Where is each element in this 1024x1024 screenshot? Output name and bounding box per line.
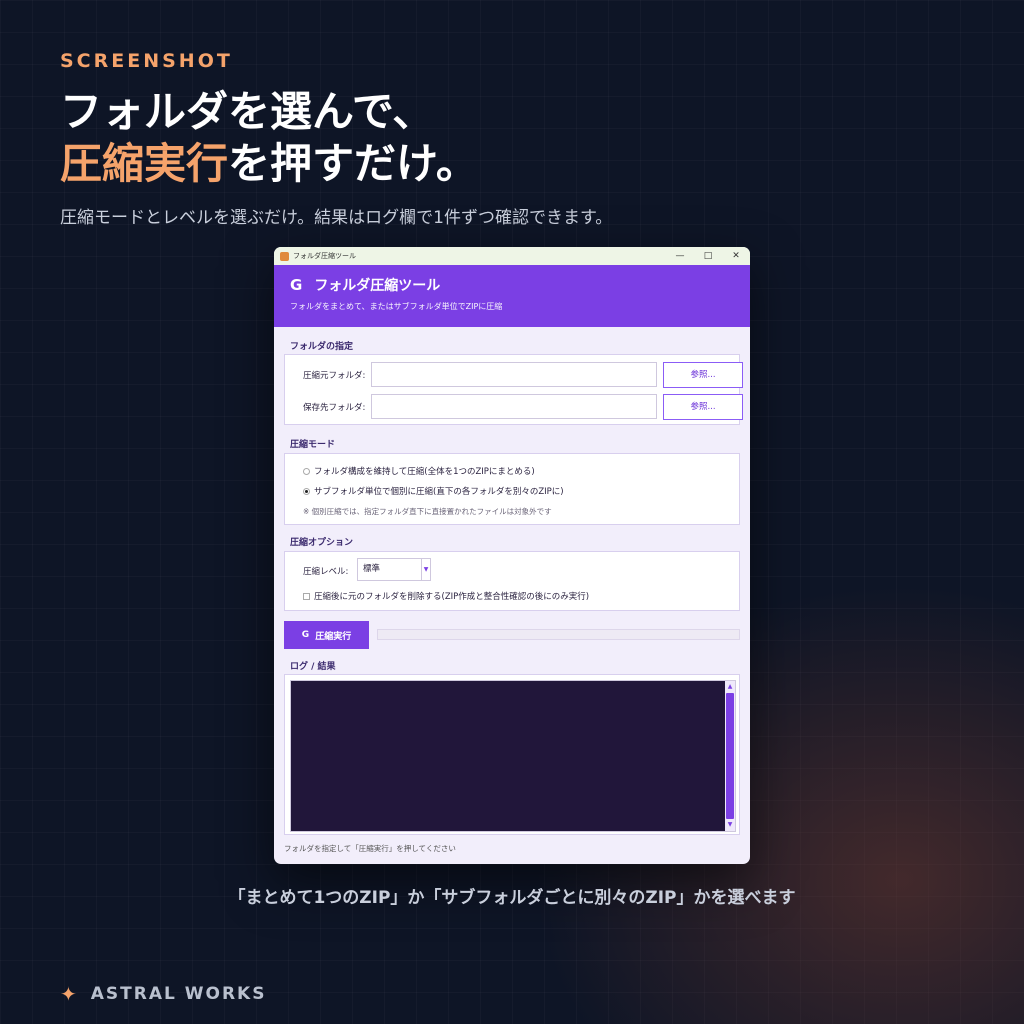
level-value: 標準: [363, 564, 381, 574]
window-title: フォルダ圧縮ツール: [293, 252, 356, 260]
archive-icon: G: [301, 630, 310, 640]
status-text: フォルダを指定して「圧縮実行」を押してください: [284, 844, 456, 853]
brand-name: ASTRAL WORKS: [90, 984, 267, 1004]
subline: 圧縮モードとレベルを選ぶだけ。結果はログ欄で1件ずつ確認できます。: [60, 208, 613, 228]
minimize-icon[interactable]: —: [666, 251, 694, 261]
caption: 「まとめて1つのZIP」か「サブフォルダごとに別々のZIP」かを選べます: [228, 888, 796, 908]
headline-rest: を押すだけ。: [228, 139, 478, 188]
mode-option-per-subfolder[interactable]: サブフォルダ単位で個別に圧縮(直下の各フォルダを別々のZIPに): [303, 485, 564, 497]
progress-bar: [377, 629, 740, 640]
delete-after-checkbox[interactable]: 圧縮後に元のフォルダを削除する(ZIP作成と整合性確認の後にのみ実行): [303, 590, 589, 602]
mode-option2-label: サブフォルダ単位で個別に圧縮(直下の各フォルダを別々のZIPに): [314, 487, 564, 497]
delete-after-label: 圧縮後に元のフォルダを削除する(ZIP作成と整合性確認の後にのみ実行): [314, 592, 590, 602]
title-bar[interactable]: フォルダ圧縮ツール — □ ✕: [274, 247, 750, 265]
scroll-up-icon[interactable]: ▲: [726, 683, 734, 691]
scroll-down-icon[interactable]: ▼: [726, 821, 734, 829]
archive-icon: G: [290, 276, 303, 294]
app-header: G フォルダ圧縮ツール フォルダをまとめて、またはサブフォルダ単位でZIPに圧縮: [274, 265, 750, 327]
source-browse-button[interactable]: 参照...: [663, 362, 743, 388]
mode-option1-label: フォルダ構成を維持して圧縮(全体を1つのZIPにまとめる): [314, 467, 535, 477]
chevron-down-icon[interactable]: ▼: [421, 559, 430, 580]
source-folder-input[interactable]: [371, 362, 657, 387]
maximize-icon[interactable]: □: [694, 251, 722, 261]
dest-browse-button[interactable]: 参照...: [663, 394, 743, 420]
mode-note: ※ 個別圧縮では、指定フォルダ直下に直接置かれたファイルは対象外です: [303, 507, 552, 516]
headline-line1: フォルダを選んで、: [60, 87, 435, 136]
sparkle-icon: ✦: [60, 982, 79, 1006]
radio-selected-icon[interactable]: [303, 487, 310, 495]
folders-section-title: フォルダの指定: [290, 342, 354, 352]
mode-section-title: 圧縮モード: [290, 440, 336, 450]
options-section-title: 圧縮オプション: [290, 538, 354, 548]
app-title: フォルダ圧縮ツール: [314, 278, 441, 294]
app-subtitle: フォルダをまとめて、またはサブフォルダ単位でZIPに圧縮: [290, 302, 503, 311]
level-label: 圧縮レベル:: [303, 567, 349, 577]
mode-group: フォルダ構成を維持して圧縮(全体を1つのZIPにまとめる) サブフォルダ単位で個…: [284, 453, 740, 525]
app-window: フォルダ圧縮ツール — □ ✕ G フォルダ圧縮ツール フォルダをまとめて、また…: [274, 247, 750, 864]
log-scrollbar[interactable]: ▲ ▼: [725, 681, 735, 831]
checkbox-icon[interactable]: [303, 592, 310, 600]
headline-line2: 圧縮実行を押すだけ。: [60, 138, 478, 190]
radio-icon[interactable]: [303, 467, 310, 475]
window-controls: — □ ✕: [666, 251, 750, 261]
log-section-title: ログ / 結果: [290, 662, 336, 672]
app-icon: [280, 251, 289, 261]
scroll-thumb[interactable]: [726, 693, 734, 819]
headline-accent: 圧縮実行: [60, 139, 229, 188]
folders-group: 圧縮元フォルダ: 参照... 保存先フォルダ: 参照...: [284, 354, 743, 425]
log-output[interactable]: ▲ ▼: [290, 680, 736, 832]
eyebrow-label: SCREENSHOT: [60, 50, 233, 72]
headline: フォルダを選んで、 圧縮実行を押すだけ。: [60, 86, 478, 190]
source-folder-label: 圧縮元フォルダ:: [303, 371, 366, 381]
run-button-label: 圧縮実行: [315, 631, 352, 642]
options-group: 圧縮レベル: 標準 ▼ 圧縮後に元のフォルダを削除する(ZIP作成と整合性確認の…: [284, 551, 740, 611]
dest-folder-input[interactable]: [371, 394, 657, 419]
dest-folder-label: 保存先フォルダ:: [303, 403, 366, 413]
mode-option-keep-structure[interactable]: フォルダ構成を維持して圧縮(全体を1つのZIPにまとめる): [303, 465, 535, 477]
level-select[interactable]: 標準 ▼: [357, 558, 431, 581]
run-compress-button[interactable]: G 圧縮実行: [284, 621, 369, 649]
close-icon[interactable]: ✕: [722, 251, 750, 261]
brand-footer: ✦ ASTRAL WORKS: [60, 982, 266, 1006]
